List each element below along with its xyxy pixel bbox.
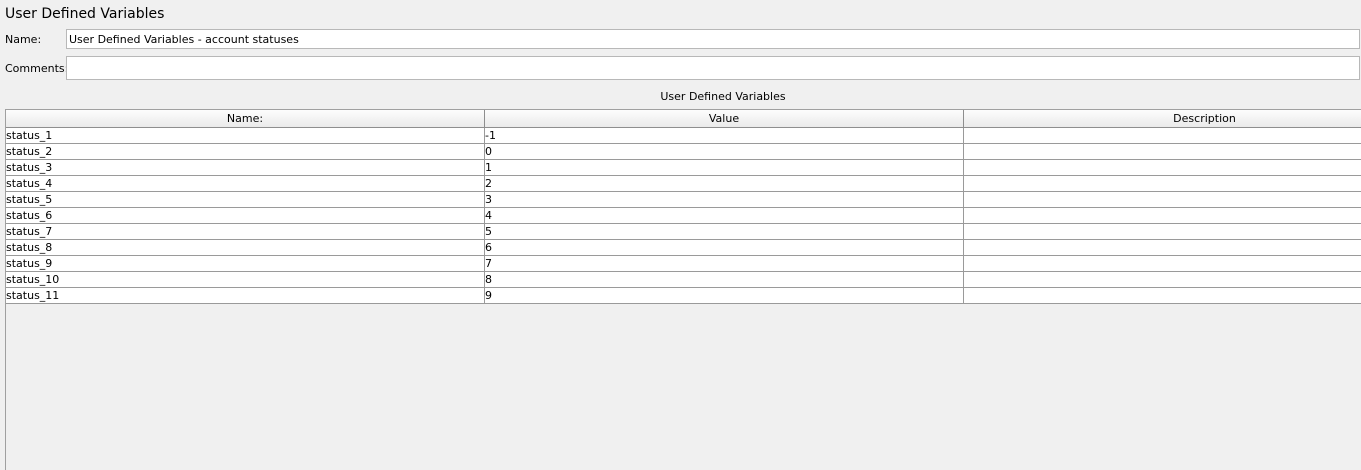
variables-table[interactable]: Name: Value Description status_1 -1 status…: [5, 109, 1361, 470]
cell-value[interactable]: 5: [485, 224, 964, 240]
cell-value[interactable]: 1: [485, 160, 964, 176]
table-row[interactable]: status_1 -1: [6, 128, 1361, 144]
cell-description[interactable]: [964, 176, 1361, 192]
cell-name[interactable]: status_2: [6, 144, 485, 160]
table-row[interactable]: status_10 8: [6, 272, 1361, 288]
cell-value[interactable]: 7: [485, 256, 964, 272]
comments-field[interactable]: [66, 56, 1360, 80]
cell-value[interactable]: 4: [485, 208, 964, 224]
table-row[interactable]: status_4 2: [6, 176, 1361, 192]
cell-name[interactable]: status_5: [6, 192, 485, 208]
cell-name[interactable]: status_11: [6, 288, 485, 304]
cell-value[interactable]: 3: [485, 192, 964, 208]
cell-value[interactable]: 2: [485, 176, 964, 192]
panel-title: User Defined Variables: [5, 6, 165, 22]
cell-description[interactable]: [964, 224, 1361, 240]
cell-description[interactable]: [964, 256, 1361, 272]
cell-value[interactable]: 6: [485, 240, 964, 256]
cell-description[interactable]: [964, 144, 1361, 160]
table-header: Name: Value Description: [6, 110, 1361, 128]
cell-description[interactable]: [964, 192, 1361, 208]
name-field[interactable]: [66, 29, 1360, 49]
table-row[interactable]: status_8 6: [6, 240, 1361, 256]
cell-value[interactable]: 8: [485, 272, 964, 288]
table-row[interactable]: status_7 5: [6, 224, 1361, 240]
table-row[interactable]: status_6 4: [6, 208, 1361, 224]
cell-name[interactable]: status_9: [6, 256, 485, 272]
cell-description[interactable]: [964, 272, 1361, 288]
table-row[interactable]: status_3 1: [6, 160, 1361, 176]
cell-value[interactable]: 9: [485, 288, 964, 304]
cell-name[interactable]: status_8: [6, 240, 485, 256]
cell-value[interactable]: 0: [485, 144, 964, 160]
table-caption: User Defined Variables: [660, 90, 786, 103]
cell-name[interactable]: status_6: [6, 208, 485, 224]
cell-value[interactable]: -1: [485, 128, 964, 144]
table-row[interactable]: status_11 9: [6, 288, 1361, 304]
cell-description[interactable]: [964, 240, 1361, 256]
name-label: Name:: [5, 33, 42, 46]
cell-name[interactable]: status_3: [6, 160, 485, 176]
comments-label: Comments:: [5, 62, 69, 75]
table-row[interactable]: status_2 0: [6, 144, 1361, 160]
cell-description[interactable]: [964, 288, 1361, 304]
table-body: status_1 -1 status_2 0 status_3 1 status_4 2 sta…: [6, 128, 1361, 304]
cell-name[interactable]: status_10: [6, 272, 485, 288]
cell-description[interactable]: [964, 160, 1361, 176]
column-header-value[interactable]: Value: [485, 110, 964, 128]
cell-description[interactable]: [964, 128, 1361, 144]
table-row[interactable]: status_9 7: [6, 256, 1361, 272]
cell-name[interactable]: status_7: [6, 224, 485, 240]
table-row[interactable]: status_5 3: [6, 192, 1361, 208]
cell-description[interactable]: [964, 208, 1361, 224]
column-header-description[interactable]: Description: [964, 110, 1361, 128]
cell-name[interactable]: status_1: [6, 128, 485, 144]
column-header-name[interactable]: Name:: [6, 110, 485, 128]
cell-name[interactable]: status_4: [6, 176, 485, 192]
